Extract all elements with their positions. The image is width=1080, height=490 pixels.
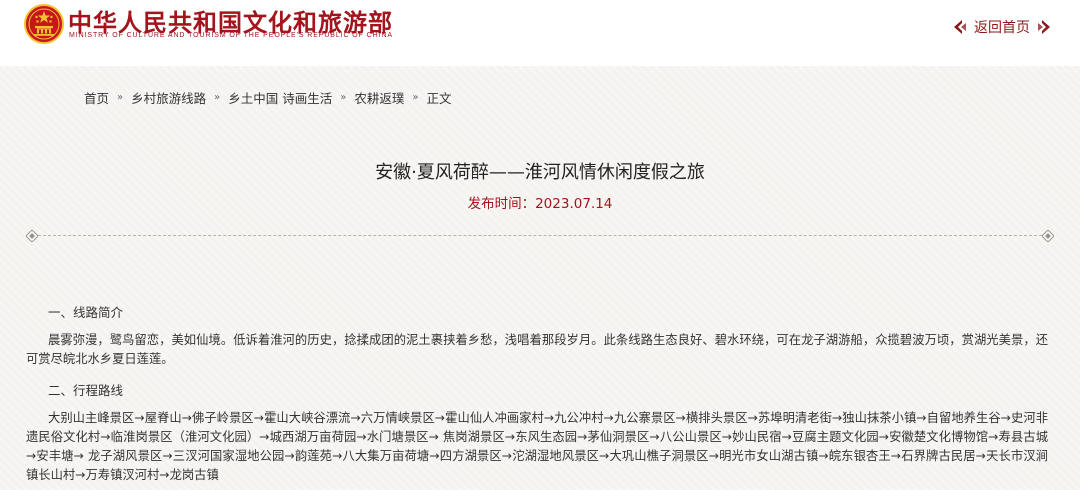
breadcrumb-current: 正文 <box>426 91 452 106</box>
breadcrumb-rural-routes[interactable]: 乡村旅游线路 <box>131 88 206 107</box>
national-emblem-icon[interactable] <box>24 4 64 44</box>
site-header: 中华人民共和国文化和旅游部 MINISTRY OF CULTURE AND TO… <box>0 0 1080 66</box>
site-title-english: MINISTRY OF CULTURE AND TOURISM OF THE P… <box>69 32 393 39</box>
diamond-icon <box>26 230 38 242</box>
breadcrumb: 首页 » 乡村旅游线路 » 乡土中国 诗画生活 » 农耕返璞 » 正文 <box>84 88 452 107</box>
dashed-line <box>38 235 1042 236</box>
breadcrumb-separator: » <box>340 92 347 103</box>
section-body-intro: 晨雾弥漫，鹭鸟留恋，美如仙境。低诉着淮河的历史，捻揉成团的泥土裹挟着乡愁，浅唱着… <box>26 333 1048 366</box>
return-home-label: 返回首页 <box>974 20 1030 36</box>
breadcrumb-separator: » <box>117 92 124 103</box>
section-body-route: 大别山主峰景区→屋脊山→佛子岭景区→霍山大峡谷漂流→六万情峡景区→霍山仙人冲画家… <box>26 411 1048 482</box>
breadcrumb-home[interactable]: 首页 <box>84 88 109 107</box>
publish-date: 发布时间：2023.07.14 <box>467 196 613 212</box>
ornament-arrow-left-icon <box>954 20 966 34</box>
breadcrumb-rural-china[interactable]: 乡土中国 诗画生活 <box>228 88 332 107</box>
diamond-icon <box>1042 230 1054 242</box>
article-area: 首页 » 乡村旅游线路 » 乡土中国 诗画生活 » 农耕返璞 » 正文 安徽·夏… <box>0 66 1080 490</box>
ornament-arrow-right-icon <box>1038 20 1050 34</box>
article-title: 安徽·夏风荷醉——淮河风情休闲度假之旅 <box>375 162 705 183</box>
section-heading-route: 二、行程路线 <box>48 383 124 398</box>
breadcrumb-separator: » <box>214 92 221 103</box>
section-heading-intro: 一、线路简介 <box>48 305 124 320</box>
breadcrumb-farming[interactable]: 农耕返璞 <box>354 88 404 107</box>
title-divider <box>26 228 1054 244</box>
breadcrumb-separator: » <box>412 92 419 103</box>
return-home-link[interactable]: 返回首页 <box>952 16 1052 38</box>
